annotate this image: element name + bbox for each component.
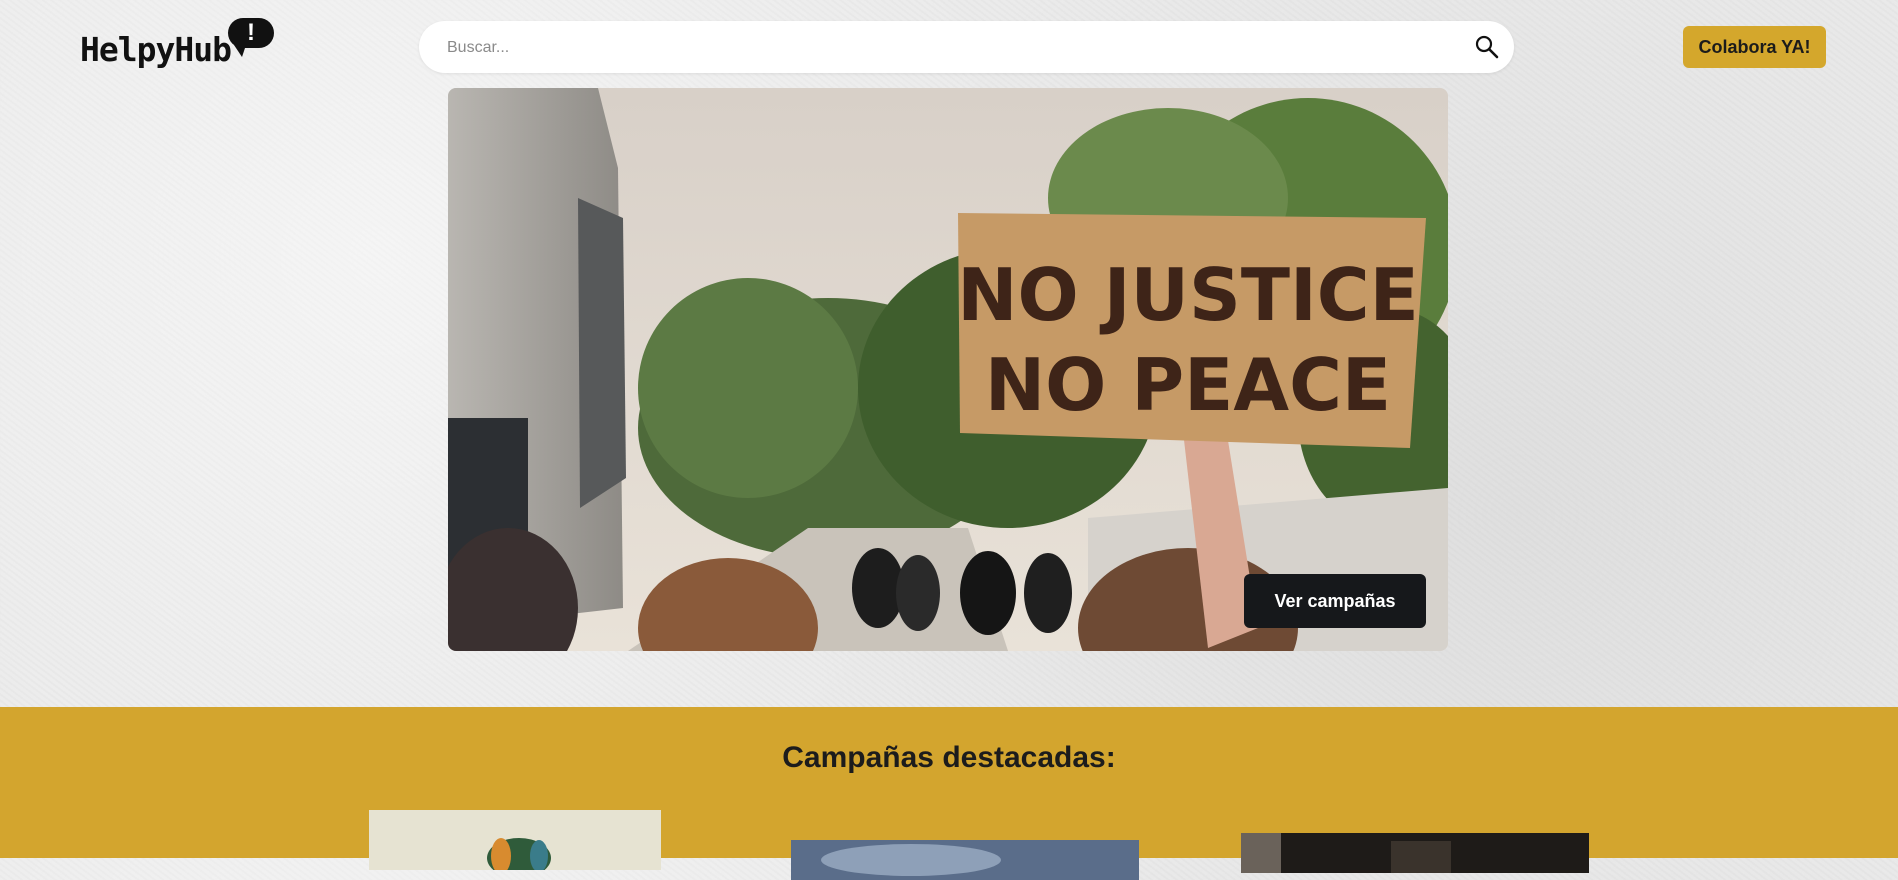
helpyhub-logo[interactable]: HelpyHub ! xyxy=(80,16,280,76)
ver-campanas-button[interactable]: Ver campañas xyxy=(1244,574,1426,628)
search-input[interactable] xyxy=(445,21,1429,75)
campaign-card-image[interactable] xyxy=(791,840,1139,880)
search-icon[interactable] xyxy=(1474,34,1500,60)
logo-mark: ! xyxy=(247,19,255,46)
featured-campaigns-section: Campañas destacadas: xyxy=(0,707,1898,880)
sign-line-1: NO JUSTICE xyxy=(957,253,1419,337)
featured-title: Campañas destacadas: xyxy=(782,741,1116,774)
colabora-ya-button[interactable]: Colabora YA! xyxy=(1683,26,1826,68)
campaign-card-image[interactable] xyxy=(369,810,661,870)
site-header: HelpyHub ! Colabora YA! xyxy=(0,0,1898,88)
logo-text: HelpyHub xyxy=(80,30,232,69)
protest-photo: NO JUSTICE NO PEACE xyxy=(448,88,1448,651)
campaign-card-image[interactable] xyxy=(1241,833,1589,873)
search-bar xyxy=(419,21,1514,75)
sign-line-2: NO PEACE xyxy=(985,343,1391,427)
hero-banner: NO JUSTICE NO PEACE Ver campañas xyxy=(448,88,1448,651)
speech-bubble-icon: ! xyxy=(228,18,274,57)
